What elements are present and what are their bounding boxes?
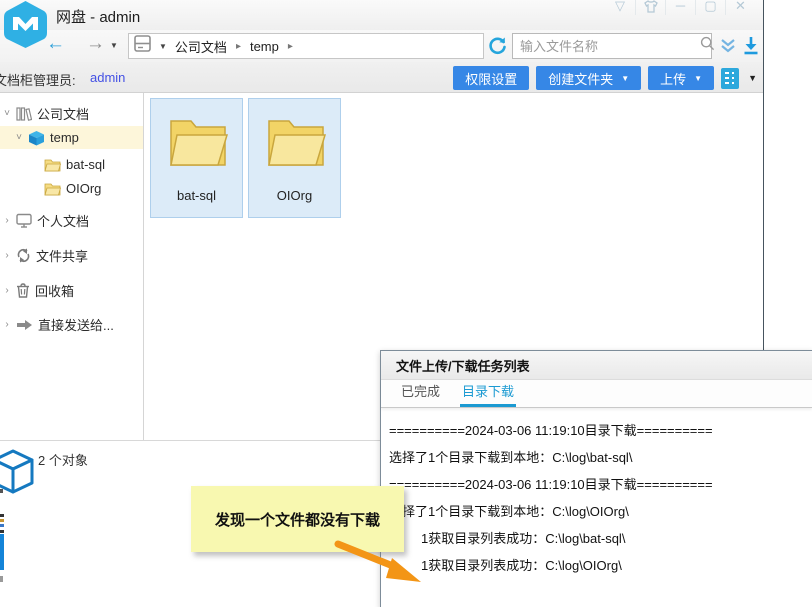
skin-icon[interactable] (635, 0, 665, 15)
breadcrumb[interactable]: ▼ 公司文档 ▸ temp ▸ (128, 33, 484, 59)
log-line: 选择了1个目录下载到本地：C:\log\OIOrg\ (389, 498, 808, 525)
forward-icon[interactable]: → (86, 33, 105, 55)
clipped-fragment (0, 489, 3, 493)
minimize-icon[interactable]: ─ (665, 0, 695, 15)
location-drive-icon[interactable] (134, 35, 151, 57)
navigation-toolbar: ← → ▼ ▼ 公司文档 ▸ temp ▸ (0, 30, 763, 62)
monitor-icon (16, 213, 32, 228)
folder-icon (265, 115, 327, 172)
sidebar-item-oiorg[interactable]: OIOrg (0, 177, 143, 200)
admin-bar: 文档柜管理员: admin 权限设置 创建文件夹▼ 上传▼ ▼ (0, 62, 763, 93)
folder-icon (44, 182, 61, 196)
breadcrumb-item-temp[interactable]: temp (250, 39, 279, 54)
sidebar-item-label: 个人文档 (37, 211, 89, 230)
expand-tasks-chevrons-icon[interactable] (719, 38, 737, 59)
cube-icon (28, 130, 45, 146)
tab-completed[interactable]: 已完成 (399, 381, 442, 407)
breadcrumb-separator-icon[interactable]: ▸ (288, 41, 293, 52)
upload-caret-icon[interactable]: ▼ (694, 74, 702, 83)
folder-tile-oiorg[interactable]: OIOrg (248, 98, 341, 218)
folder-tile-label: OIOrg (249, 188, 340, 203)
sidebar-item-label: 文件共享 (36, 246, 88, 265)
log-line: ==========2024-03-06 11:19:10目录下载=======… (389, 417, 808, 444)
send-arrow-icon (16, 319, 33, 331)
folder-tile-bat-sql[interactable]: bat-sql (150, 98, 243, 218)
chevron-right-icon[interactable]: › (2, 215, 12, 226)
sidebar-item-personal-docs[interactable]: › 个人文档 (0, 209, 143, 232)
refresh-icon[interactable] (487, 35, 508, 61)
chevron-down-icon[interactable]: ˅ (2, 108, 12, 119)
dialog-title: 文件上传/下载任务列表 (396, 356, 530, 375)
clipped-fragment (0, 576, 3, 582)
sidebar-item-file-share[interactable]: › 文件共享 (0, 244, 143, 267)
log-line: 1获取目录列表成功：C:\log\OIOrg\ (389, 552, 808, 579)
close-icon[interactable]: ✕ (725, 0, 755, 15)
search-input[interactable] (513, 39, 700, 54)
log-line: 选择了1个目录下载到本地：C:\log\bat-sql\ (389, 444, 808, 471)
folder-tree-sidebar: ˅ 公司文档 ˅ temp bat-sql (0, 93, 144, 440)
clipped-fragment (0, 524, 4, 527)
create-folder-button[interactable]: 创建文件夹▼ (536, 66, 641, 90)
app-logo-icon (2, 0, 49, 49)
download-log: ==========2024-03-06 11:19:10目录下载=======… (381, 408, 812, 579)
sidebar-item-send-to[interactable]: › 直接发送给... (0, 313, 143, 336)
tab-directory-download[interactable]: 目录下载 (460, 381, 516, 407)
sidebar-item-label: OIOrg (66, 181, 101, 196)
cube-icon (0, 449, 35, 500)
clipped-fragment (0, 530, 4, 533)
trash-icon (16, 283, 30, 298)
permission-settings-button[interactable]: 权限设置 (453, 66, 529, 90)
folder-tile-label: bat-sql (151, 188, 242, 203)
annotation-note: 发现一个文件都没有下载 (191, 486, 404, 552)
window-menu-icon[interactable]: ▽ (605, 0, 635, 15)
sidebar-item-label: 公司文档 (37, 104, 89, 123)
screenshot-canvas: 网盘 - admin ▽ ─ ▢ ✕ ← → ▼ (0, 0, 812, 607)
clipped-fragment (0, 519, 4, 522)
library-icon (16, 106, 32, 121)
chevron-right-icon[interactable]: › (2, 250, 12, 261)
download-icon[interactable] (742, 36, 760, 61)
admin-user-link[interactable]: admin (90, 70, 125, 85)
clipped-fragment (0, 514, 4, 517)
dialog-tabs: 已完成 目录下载 (381, 380, 812, 408)
chevron-right-icon[interactable]: › (2, 319, 12, 330)
breadcrumb-separator-icon[interactable]: ▸ (236, 41, 241, 52)
search-icon[interactable] (700, 36, 715, 56)
search-box (512, 33, 712, 59)
create-folder-caret-icon[interactable]: ▼ (621, 74, 629, 83)
log-line: 1获取目录列表成功：C:\log\bat-sql\ (389, 525, 808, 552)
window-title: 网盘 - admin (56, 6, 140, 27)
sidebar-item-label: 回收箱 (35, 281, 74, 300)
sidebar-item-label: 直接发送给... (38, 315, 114, 334)
upload-button[interactable]: 上传▼ (648, 66, 714, 90)
folder-icon (44, 158, 61, 172)
share-icon (16, 248, 31, 263)
breadcrumb-item-company-docs[interactable]: 公司文档 (175, 37, 227, 56)
object-count-label: 2 个对象 (38, 450, 88, 469)
chevron-down-icon[interactable]: ˅ (14, 132, 24, 143)
sidebar-item-temp[interactable]: ˅ temp (0, 126, 143, 149)
sidebar-item-label: bat-sql (66, 157, 105, 172)
chevron-right-icon[interactable]: › (2, 285, 12, 296)
folder-icon (167, 115, 229, 172)
dialog-title-bar[interactable]: 文件上传/下载任务列表 (381, 351, 812, 380)
sidebar-item-recycle-bin[interactable]: › 回收箱 (0, 279, 143, 302)
transfer-task-dialog: 文件上传/下载任务列表 已完成 目录下载 ==========2024-03-0… (380, 350, 812, 607)
maximize-icon[interactable]: ▢ (695, 0, 725, 15)
view-mode-caret-icon[interactable]: ▼ (748, 73, 757, 83)
view-mode-icon[interactable] (721, 68, 739, 89)
forward-history-caret-icon[interactable]: ▼ (110, 41, 118, 50)
clipped-fragment (0, 534, 4, 570)
log-line: ==========2024-03-06 11:19:10目录下载=======… (389, 471, 808, 498)
cabinet-admin-label: 文档柜管理员: (0, 70, 76, 89)
location-caret-icon[interactable]: ▼ (159, 42, 167, 51)
title-bar[interactable]: 网盘 - admin ▽ ─ ▢ ✕ (0, 0, 763, 30)
sidebar-item-label: temp (50, 130, 79, 145)
sidebar-item-company-docs[interactable]: ˅ 公司文档 (0, 102, 143, 125)
annotation-text: 发现一个文件都没有下载 (215, 509, 380, 530)
sidebar-item-bat-sql[interactable]: bat-sql (0, 153, 143, 176)
